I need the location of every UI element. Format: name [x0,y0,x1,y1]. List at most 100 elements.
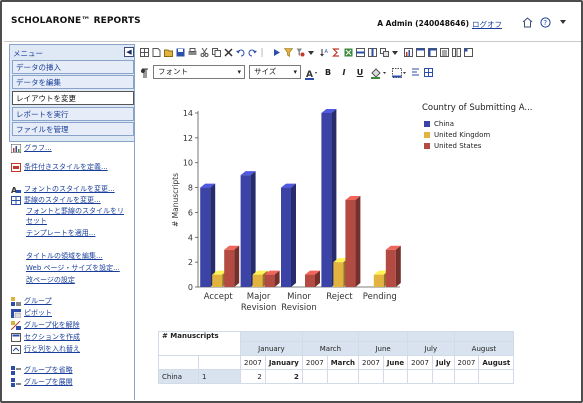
tool-border-style[interactable]: 罫線のスタイルを変更... [11,196,101,205]
tool-ungroup[interactable]: グループ化を解除 [10,320,80,331]
expand-group-icon [11,378,21,387]
legend-item-united-states[interactable]: United States [424,142,481,150]
tool-apply-template[interactable]: テンプレートを適用... [26,229,95,238]
tool-swap-rows-cols[interactable]: 行と列を入れ替え [11,345,80,354]
sort-ascending-icon[interactable]: A [320,48,329,57]
tool-chart-label: グラフ... [24,144,52,152]
layout-icon[interactable] [464,47,473,57]
table-icon[interactable] [416,47,425,57]
legend-item-china[interactable]: China [424,120,454,128]
filter-icon[interactable] [283,47,294,57]
pivot-icon [11,309,22,319]
tool-page-size[interactable]: Web ページ・サイズを設定... [26,264,120,273]
undo-icon[interactable] [236,48,245,57]
underline-icon[interactable]: U [354,68,366,77]
tool-collapse-group[interactable]: グループを省略 [11,366,73,375]
new-icon[interactable] [152,47,161,57]
group-icon [11,297,21,306]
italic-icon[interactable]: I [338,68,350,77]
insert-column-icon[interactable] [368,47,377,57]
sidebar-item-manage-files[interactable]: ファイルを管理 [12,122,134,136]
sidebar-item-insert-data[interactable]: データの挿入 [12,60,134,74]
tool-page-break[interactable]: 改ページの設定 [26,276,75,285]
bar [373,274,384,287]
delete-icon[interactable] [224,47,233,57]
collapse-sidebar-button[interactable]: ◀ [124,47,134,57]
save-icon[interactable] [176,48,185,57]
tool-reset-style[interactable]: フォントと罫線のスタイルをリ [26,207,124,216]
tool-edit-title[interactable]: タイトルの領域を編集... [26,252,103,261]
table-month-header [240,331,303,342]
align-icon[interactable] [411,68,420,77]
bar-chart-icon[interactable] [404,47,413,57]
legend-label: China [434,120,454,128]
chart-icon [10,143,22,154]
chevron-down-icon[interactable] [557,16,569,28]
columns-icon[interactable] [452,47,461,57]
tool-apply-template-label: テンプレートを適用... [26,229,96,237]
redo-icon[interactable] [248,48,257,57]
table-cell: 1 [198,369,241,384]
tool-chart[interactable]: グラフ... [10,143,52,154]
tool-reset-style-cont[interactable]: セット [26,217,47,226]
print-icon[interactable] [188,47,197,57]
cut-icon[interactable] [200,47,209,57]
sum-icon[interactable] [332,47,341,57]
chevron-down-icon[interactable] [392,48,401,57]
tool-create-section[interactable]: セクションを作成 [11,333,80,342]
cell-format-icon[interactable] [424,67,433,77]
border-style-icon [11,196,21,205]
filter-clear-icon[interactable] [296,48,305,57]
paragraph-icon[interactable] [140,68,149,78]
legend-item-united-kingdom[interactable]: United Kingdom [424,131,490,139]
app-header: SCHOLARONE™ REPORTS A Admin (240048646) … [4,4,581,42]
x-tick-label: Reject [326,292,353,302]
sidebar-menu-panel: メニュー ◀ データの挿入 データを編集 レイアウトを変更 レポートを実行 ファ… [9,44,135,142]
table-corner-header: # Manuscripts [158,331,241,356]
sidebar-item-change-layout[interactable]: レイアウトを変更 [12,91,134,105]
tool-conditional-style[interactable]: 条件付きスタイルを定義... [11,163,108,172]
tool-create-section-label: セクションを作成 [24,333,80,341]
sidebar-item-edit-data[interactable]: データを編集 [12,75,134,89]
insert-row-icon[interactable] [356,47,365,57]
open-icon[interactable] [164,48,173,57]
home-icon[interactable] [521,16,533,28]
copy-icon[interactable] [212,47,221,57]
tool-expand-group[interactable]: グループを展開 [11,378,73,387]
crosstab-icon[interactable] [428,47,437,57]
tool-group[interactable]: グループ [11,297,52,306]
tool-font-style[interactable]: A フォントのスタイルを変更... [11,185,115,195]
excel-icon[interactable] [344,48,353,57]
bold-icon[interactable]: B [322,68,334,77]
main-toolbar: A [138,45,580,59]
table-subheader: August [478,355,515,370]
logout-link[interactable]: ログオフ [472,19,502,30]
table-subheader: January [264,355,303,370]
bar-chart[interactable]: 0 2 4 6 8 10 12 14 # Manuscripts Accept Major Revis… [162,97,581,322]
duplicate-icon[interactable] [380,47,389,57]
chevron-down-icon[interactable] [308,48,317,57]
list-icon[interactable] [440,47,449,57]
tool-border-style-label: 罫線のスタイルを変更... [24,196,101,204]
table-month-header [301,331,359,342]
size-select[interactable]: サイズ ▾ [249,65,301,79]
fill-color-icon[interactable] [370,67,388,79]
menu-title: メニュー [13,49,43,58]
table-subheader: 2007 [240,355,266,370]
font-select[interactable]: フォント ▾ [153,65,245,79]
help-icon[interactable]: ? [539,16,551,28]
grid-icon[interactable] [140,47,149,57]
play-icon[interactable] [272,48,281,57]
font-color-icon[interactable]: A [305,68,318,80]
table-subheader: March [326,355,359,370]
section-icon [11,333,21,342]
tool-page-size-label: Web ページ・サイズを設定... [26,264,120,272]
y-tick-label: 0 [188,283,193,292]
size-select-value: サイズ [254,67,277,76]
y-axis-label: # Manuscripts [171,173,180,227]
swap-icon [11,345,21,354]
border-color-icon[interactable] [392,67,407,78]
legend-swatch [424,131,430,138]
tool-pivot[interactable]: ピボット [11,309,52,319]
sidebar-item-run-report[interactable]: レポートを実行 [12,107,134,121]
